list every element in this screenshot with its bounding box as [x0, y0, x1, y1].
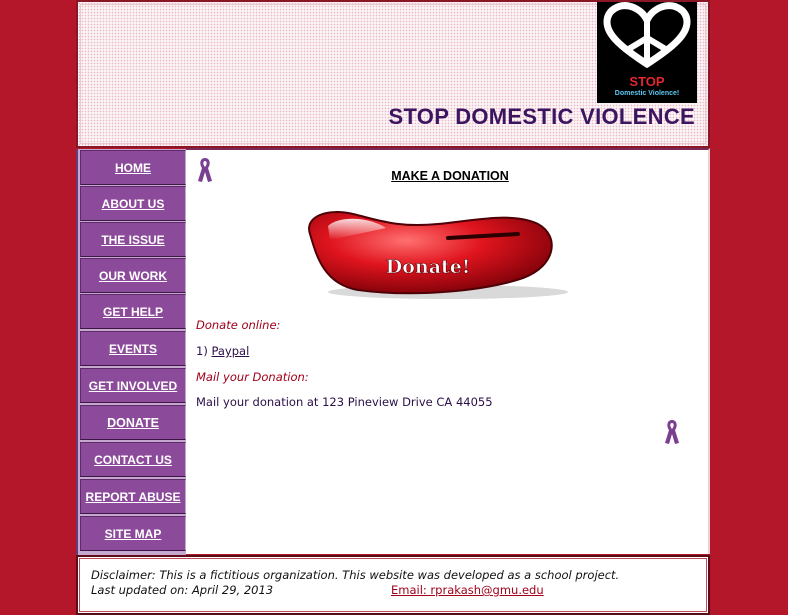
main-content: MAKE A DONATION Donate! Donate online: 1… — [186, 148, 710, 554]
nav-item-label: HOME — [115, 160, 151, 175]
nav-item-label: DONATE — [107, 415, 159, 430]
nav-item-get-help[interactable]: GET HELP — [80, 294, 186, 329]
donate-heart-image: Donate! — [308, 211, 568, 299]
nav-item-about-us[interactable]: ABOUT US — [80, 186, 186, 221]
donate-image-text: Donate! — [386, 256, 470, 278]
nav-item-events[interactable]: EVENTS — [80, 331, 186, 366]
nav-item-label: SITE MAP — [104, 526, 162, 541]
sidebar-nav: HOME ABOUT US THE ISSUE OUR WORK GET HEL… — [76, 149, 186, 555]
nav-item-our-work[interactable]: OUR WORK — [80, 258, 186, 293]
footer-last-updated: Last updated on: April 29, 2013 — [91, 583, 274, 597]
nav-item-label: THE ISSUE — [101, 232, 165, 247]
nav-item-label: GET INVOLVED — [88, 378, 178, 393]
site-title: STOP DOMESTIC VIOLENCE — [388, 104, 695, 129]
nav-item-home[interactable]: HOME — [80, 150, 186, 185]
awareness-ribbon-icon — [665, 420, 679, 444]
site-header: STOP Domestic Violence! STOP DOMESTIC VI… — [76, 0, 710, 148]
paypal-link[interactable]: Paypal — [211, 344, 249, 358]
page-title: MAKE A DONATION — [391, 169, 509, 183]
nav-item-label: GET HELP — [102, 304, 163, 319]
logo-subtitle-text: Domestic Violence! — [614, 90, 680, 97]
nav-item-report-abuse[interactable]: REPORT ABUSE — [80, 479, 186, 514]
site-footer: Disclaimer: This is a fictitious organiz… — [76, 555, 710, 615]
nav-item-site-map[interactable]: SITE MAP — [80, 516, 186, 551]
nav-item-label: CONTACT US — [94, 452, 172, 467]
paypal-prefix: 1) — [196, 344, 212, 358]
nav-item-get-involved[interactable]: GET INVOLVED — [80, 368, 186, 403]
logo-stop-text: STOP — [629, 74, 665, 89]
nav-item-label: EVENTS — [108, 341, 157, 356]
nav-item-the-issue[interactable]: THE ISSUE — [80, 222, 186, 257]
mail-donation-text: Mail your donation at 123 Pineview Drive… — [196, 395, 493, 409]
nav-item-label: REPORT ABUSE — [85, 489, 181, 504]
donate-online-label: Donate online: — [196, 318, 281, 332]
nav-item-donate[interactable]: DONATE — [80, 405, 186, 440]
nav-item-label: ABOUT US — [101, 196, 165, 211]
site-logo: STOP Domestic Violence! — [597, 2, 697, 103]
nav-item-label: OUR WORK — [99, 268, 167, 283]
page-wrapper: STOP Domestic Violence! STOP DOMESTIC VI… — [76, 0, 710, 615]
paypal-line: 1) Paypal — [196, 344, 249, 358]
mail-donation-label: Mail your Donation: — [196, 370, 309, 384]
peace-heart-icon — [603, 2, 691, 69]
nav-item-contact-us[interactable]: CONTACT US — [80, 442, 186, 477]
footer-disclaimer: Disclaimer: This is a fictitious organiz… — [91, 568, 620, 582]
footer-email-link[interactable]: Email: rprakash@gmu.edu — [391, 583, 544, 597]
